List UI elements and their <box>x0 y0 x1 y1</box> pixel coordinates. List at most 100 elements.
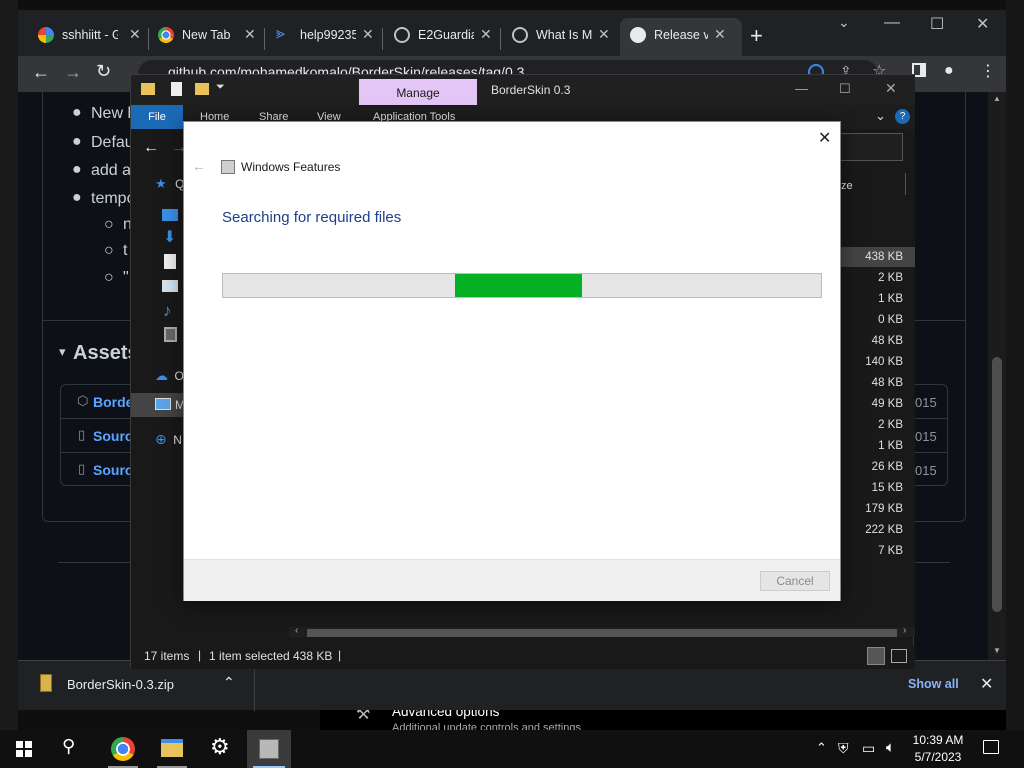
chrome-taskbar-icon[interactable] <box>111 737 135 761</box>
close-window-icon[interactable]: ✕ <box>885 80 897 97</box>
tab-label: New Tab <box>182 28 231 42</box>
tab-2[interactable]: ⪢ help99235 ✕ <box>276 23 376 56</box>
ribbon-tab-file[interactable]: File <box>131 105 183 129</box>
download-item-filename[interactable]: BorderSkin-0.3.zip <box>67 677 174 692</box>
back-icon: ← <box>192 158 206 174</box>
explorer-title: BorderSkin 0.3 <box>491 83 571 97</box>
back-icon[interactable]: ← <box>32 62 50 83</box>
cancel-button[interactable]: Cancel <box>760 571 830 591</box>
help-icon[interactable]: ? <box>895 109 910 124</box>
videos-icon[interactable] <box>164 327 177 342</box>
large-icons-view-icon[interactable] <box>891 649 907 663</box>
search-icon[interactable]: ⚲ <box>62 736 75 757</box>
tab-strip: sshhiitt - G ✕ New Tab ✕ ⪢ help99235 ✕ E… <box>18 10 1006 56</box>
package-icon: ⬡ <box>77 393 89 408</box>
show-all-link[interactable]: Show all <box>908 677 959 691</box>
status-separator: | <box>198 648 202 662</box>
downloads-icon[interactable]: ⬇ <box>163 227 176 247</box>
pictures-icon[interactable] <box>162 280 178 292</box>
google-icon <box>38 27 54 43</box>
defender-icon[interactable]: ⛨ <box>838 740 849 757</box>
chevron-up-icon[interactable]: ⌃ <box>223 674 235 691</box>
manage-context-tab[interactable]: Manage <box>359 79 477 105</box>
clock-time[interactable]: 10:39 AM <box>903 733 973 747</box>
start-windows-icon[interactable] <box>16 741 32 757</box>
tab-5-active[interactable]: Release v0 ✕ <box>630 23 740 56</box>
advanced-options-subtext: Additional update controls and settings <box>392 722 581 730</box>
sidebar-item-network[interactable]: ⊕ N <box>155 431 182 449</box>
quick-access-dropdown-icon[interactable]: ⏷ <box>216 81 225 94</box>
close-tab-icon[interactable]: ✕ <box>598 26 610 43</box>
close-tab-icon[interactable]: ✕ <box>244 26 256 43</box>
close-tab-icon[interactable]: ✕ <box>714 26 726 43</box>
close-tab-icon[interactable]: ✕ <box>362 26 374 43</box>
hidden-icons-chevron-icon[interactable]: ⌃ <box>816 740 827 756</box>
menu-kebab-icon[interactable]: ⋮ <box>980 61 996 81</box>
close-tab-icon[interactable]: ✕ <box>129 26 141 43</box>
tab-0[interactable]: sshhiitt - G ✕ <box>38 23 146 56</box>
github-icon <box>630 27 646 43</box>
assets-heading[interactable]: Assets <box>73 342 139 365</box>
dialog-heading: Searching for required files <box>222 209 402 226</box>
size-column-header[interactable]: ze <box>841 180 853 192</box>
horizontal-scrollbar[interactable]: ‹ › <box>289 625 915 637</box>
scroll-up-icon[interactable]: ▲ <box>993 94 1001 103</box>
forward-icon[interactable]: → <box>64 62 82 83</box>
maximize-icon[interactable]: ☐ <box>930 14 944 34</box>
search-box[interactable] <box>837 133 903 161</box>
details-view-icon[interactable] <box>867 647 885 665</box>
new-folder-icon[interactable] <box>195 83 209 95</box>
volume-icon[interactable]: 🔈︎ <box>886 739 895 756</box>
scrollbar-thumb[interactable] <box>307 629 897 637</box>
minimize-icon[interactable]: — <box>884 14 900 32</box>
zip-file-icon <box>40 674 52 692</box>
back-icon[interactable]: ← <box>143 139 159 157</box>
expand-ribbon-icon[interactable]: ⌄ <box>875 108 886 124</box>
column-divider <box>905 173 906 195</box>
assets-toggle[interactable]: ▾ <box>59 344 66 360</box>
asset-date: 015 <box>915 463 937 478</box>
sidebar-item-quick-access[interactable]: ★ Q <box>155 175 184 193</box>
music-icon[interactable]: ♪ <box>163 301 172 321</box>
folder-icon <box>141 83 155 95</box>
close-download-bar-icon[interactable]: ✕ <box>980 674 993 694</box>
page-scrollbar[interactable]: ▲ ▼ <box>988 92 1006 660</box>
tab-label: sshhiitt - G <box>62 28 118 42</box>
tab-label: Release v0 <box>654 28 708 42</box>
documents-icon[interactable] <box>164 254 176 269</box>
minimize-icon[interactable]: — <box>795 81 808 96</box>
scroll-right-icon[interactable]: › <box>903 625 906 636</box>
tab-search-icon[interactable]: ⌄ <box>838 14 850 31</box>
notifications-icon[interactable] <box>983 740 999 754</box>
clock-date[interactable]: 5/7/2023 <box>903 750 973 764</box>
scroll-left-icon[interactable]: ‹ <box>295 625 298 636</box>
network-icon[interactable]: ▭ <box>862 740 875 757</box>
zip-icon: ▯ <box>78 461 86 476</box>
scroll-down-icon[interactable]: ▼ <box>993 646 1001 655</box>
profile-icon[interactable]: ● <box>944 62 954 80</box>
scrollbar-thumb[interactable] <box>992 357 1002 612</box>
tab-4[interactable]: What Is M ✕ <box>512 23 612 56</box>
file-explorer-taskbar-icon[interactable] <box>161 739 183 757</box>
asset-date: 015 <box>915 429 937 444</box>
tab-label: E2Guardia <box>418 28 474 42</box>
tab-3[interactable]: E2Guardia ✕ <box>394 23 494 56</box>
new-tab-button[interactable]: + <box>750 23 763 49</box>
windows-features-taskbar-button[interactable] <box>247 730 291 768</box>
close-dialog-icon[interactable]: ✕ <box>818 128 831 148</box>
desktop-folder-icon[interactable] <box>162 209 178 221</box>
sidebar-item-onedrive[interactable]: ☁ O <box>155 367 184 385</box>
explorer-title-bar: ⏷ Manage BorderSkin 0.3 — ☐ ✕ <box>131 75 915 105</box>
taskbar: ⚲ ⚙ ⌃ ⛨ ▭ 🔈︎ 10:39 AM 5/7/2023 <box>0 730 1024 768</box>
chrome-icon <box>158 27 174 43</box>
properties-icon[interactable] <box>171 82 182 96</box>
maximize-icon[interactable]: ☐ <box>839 81 851 97</box>
settings-gear-icon[interactable]: ⚙ <box>210 734 230 760</box>
asset-link[interactable]: Borde <box>93 394 133 410</box>
reload-icon[interactable]: ↻ <box>96 61 111 82</box>
progress-bar <box>222 273 822 298</box>
close-window-icon[interactable]: ✕ <box>976 14 989 34</box>
close-tab-icon[interactable]: ✕ <box>480 26 492 43</box>
progress-marquee-chunk <box>455 274 582 297</box>
tab-1[interactable]: New Tab ✕ <box>158 23 258 56</box>
